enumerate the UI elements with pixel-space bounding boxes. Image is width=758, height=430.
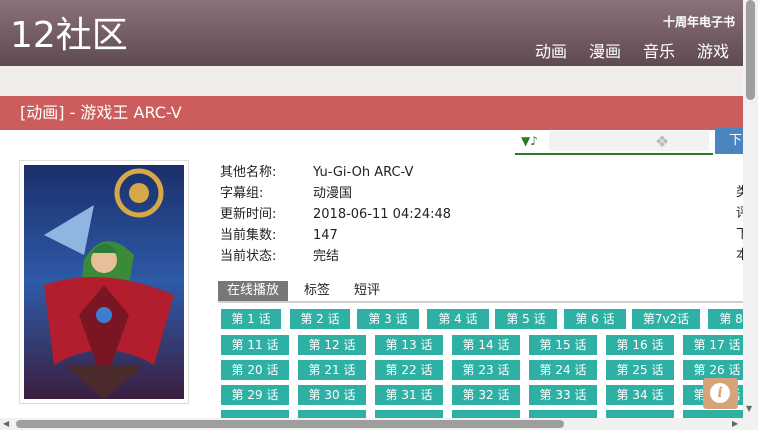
poster-art xyxy=(24,165,184,399)
scroll-left-arrow-icon[interactable]: ◀ xyxy=(3,419,9,428)
episode-button[interactable]: 第 26 话 xyxy=(683,360,743,380)
poster-image xyxy=(19,160,189,404)
site-logo[interactable]: 12社区 xyxy=(10,14,128,58)
episode-button[interactable]: 第 20 话 xyxy=(221,360,289,380)
info-value: 147 xyxy=(313,228,338,243)
ebook-link[interactable]: 十周年电子书 xyxy=(663,13,735,30)
nav-item-music[interactable]: 音乐 xyxy=(643,38,675,62)
scroll-right-arrow-icon[interactable]: ▶ xyxy=(732,419,738,428)
episode-button[interactable]: 第 2 话 xyxy=(290,309,350,329)
puzzle-icon: ❖ xyxy=(655,132,670,151)
episode-button[interactable]: 第 6 话 xyxy=(564,309,626,329)
audio-player[interactable]: ▼♪ ❖ xyxy=(515,131,713,155)
vertical-scroll-thumb[interactable] xyxy=(746,0,755,100)
episode-button[interactable]: 第 11 话 xyxy=(221,335,289,355)
episode-button[interactable]: 第 3 话 xyxy=(357,309,419,329)
info-value: 2018-06-11 04:24:48 xyxy=(313,207,452,222)
episode-list: 第 1 话 第 2 话 第 3 话 第 4 话 第 5 话 第 6 话 第7v2… xyxy=(221,309,743,430)
episode-button[interactable]: 第 1 话 xyxy=(221,309,281,329)
info-icon: i xyxy=(710,383,730,403)
nav-item-anime[interactable]: 动画 xyxy=(535,38,567,62)
info-label: 当前集数: xyxy=(220,228,277,243)
site-header: 12社区 十周年电子书 动画 漫画 音乐 游戏 xyxy=(0,0,743,66)
episode-button[interactable]: 第 8 话 xyxy=(708,309,743,329)
info-value: Yu-Gi-Oh ARC-V xyxy=(313,165,414,180)
episode-button[interactable]: 第 32 话 xyxy=(452,385,520,405)
info-label-download: 下 xyxy=(736,227,743,242)
info-button[interactable]: i xyxy=(703,378,738,409)
info-label: 更新时间: xyxy=(220,207,277,222)
nav-item-manga[interactable]: 漫画 xyxy=(589,38,621,62)
episode-button[interactable]: 第 12 话 xyxy=(298,335,366,355)
episode-button[interactable]: 第 5 话 xyxy=(495,309,557,329)
episode-button[interactable]: 第 30 话 xyxy=(298,385,366,405)
episode-button[interactable]: 第 25 话 xyxy=(606,360,674,380)
main-nav: 动画 漫画 音乐 游戏 xyxy=(535,38,729,62)
episode-button[interactable]: 第 31 话 xyxy=(375,385,443,405)
tab-tags[interactable]: 标签 xyxy=(304,281,330,301)
tab-short-reviews[interactable]: 短评 xyxy=(354,281,380,301)
info-right-column: 类 评 下 本 xyxy=(736,184,743,268)
content-tabs: 在线播放 标签 短评 xyxy=(218,281,743,303)
episode-button[interactable]: 第 22 话 xyxy=(375,360,443,380)
vertical-scrollbar[interactable]: ▼ xyxy=(743,0,758,418)
scroll-down-arrow-icon[interactable]: ▼ xyxy=(746,404,752,413)
music-note-icon[interactable]: ▼♪ xyxy=(521,134,538,148)
episode-button[interactable]: 第 16 话 xyxy=(606,335,674,355)
info-label-category: 类 xyxy=(736,185,743,200)
episode-button[interactable]: 第 33 话 xyxy=(529,385,597,405)
info-value: 完结 xyxy=(313,249,340,264)
episode-button[interactable]: 第 14 话 xyxy=(452,335,520,355)
horizontal-scrollbar[interactable]: ◀ ▶ xyxy=(0,418,758,430)
episode-button[interactable]: 第 13 话 xyxy=(375,335,443,355)
episode-button[interactable]: 第7v2话 xyxy=(632,309,700,329)
episode-button[interactable]: 第 4 话 xyxy=(427,309,489,329)
episode-button[interactable]: 第 15 话 xyxy=(529,335,597,355)
page-title: [动画] - 游戏王 ARC-V xyxy=(0,96,743,130)
info-label: 其他名称: xyxy=(220,165,277,180)
episode-button[interactable]: 第 34 话 xyxy=(606,385,674,405)
info-label-rating: 评 xyxy=(736,206,743,221)
horizontal-scroll-thumb[interactable] xyxy=(16,420,564,428)
tab-online-play[interactable]: 在线播放 xyxy=(218,281,289,301)
info-label: 字幕组: xyxy=(220,186,264,201)
info-label: 当前状态: xyxy=(220,249,277,264)
info-value[interactable]: 动漫国 xyxy=(313,185,352,202)
player-plugin-area: ❖ xyxy=(549,131,709,151)
episode-button[interactable]: 第 24 话 xyxy=(529,360,597,380)
episode-button[interactable]: 第 29 话 xyxy=(221,385,289,405)
episode-button[interactable]: 第 21 话 xyxy=(298,360,366,380)
episode-button[interactable]: 第 23 话 xyxy=(452,360,520,380)
info-label-this: 本 xyxy=(736,248,743,263)
download-button[interactable]: 下载 xyxy=(715,128,743,154)
sub-header-band xyxy=(0,66,743,96)
nav-item-games[interactable]: 游戏 xyxy=(697,38,729,62)
episode-button[interactable]: 第 17 话 xyxy=(683,335,743,355)
